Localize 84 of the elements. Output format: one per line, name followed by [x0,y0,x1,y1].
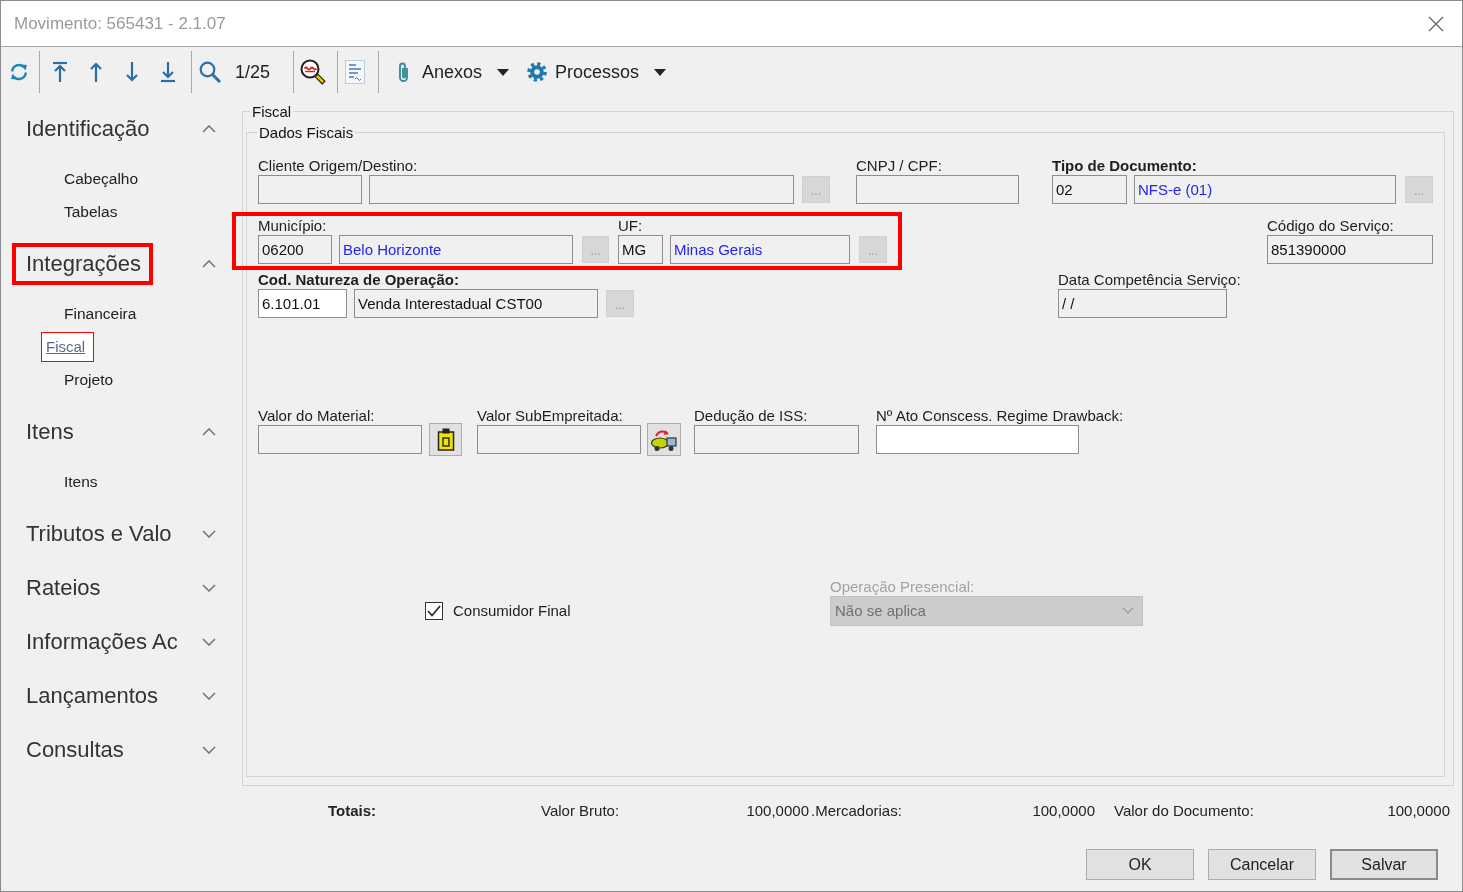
input-field[interactable] [876,425,1079,454]
section-header[interactable]: Tributos e Valo [12,513,184,555]
nav-link[interactable]: Itens [41,460,120,503]
record-counter: 1/25 [235,61,272,83]
chevron-up-icon[interactable] [202,260,216,268]
field-label: Tipo de Documento: [1052,156,1197,175]
chevron-down-icon[interactable] [202,638,216,646]
caret-icon [497,68,510,76]
input-field[interactable] [477,425,641,454]
dialog-button[interactable]: OK [1086,849,1194,880]
section-header[interactable]: Consultas [12,729,136,771]
total-value: 100,0000 [1387,801,1450,819]
arrow-up-icon [88,61,104,83]
total-value: 100,0000 [746,801,809,819]
field-label: CNPJ / CPF: [856,156,942,175]
field-label: Valor do Material: [258,406,375,425]
icon-button[interactable] [429,423,462,456]
chevron-up-icon[interactable] [202,125,216,133]
field-label: Dedução de ISS: [694,406,808,425]
dialog-button[interactable]: Salvar [1330,849,1438,880]
section-header[interactable]: Rateios [12,567,113,609]
total-label: Valor Bruto: [541,801,620,819]
input-field[interactable] [856,175,1019,204]
chevron-down-icon[interactable] [202,530,216,538]
field-label: Operação Presencial: [830,577,975,596]
document-icon [345,60,365,84]
chevron-down-icon[interactable] [202,692,216,700]
section-header[interactable]: Itens [12,411,86,453]
chevron-down-icon [1122,607,1134,614]
nav-link[interactable]: Fiscal [41,331,95,362]
group-title: Fiscal [251,102,293,121]
dialog-button[interactable]: Cancelar [1208,849,1316,880]
arrow-to-top-icon [52,61,68,83]
checkbox[interactable] [425,601,443,620]
refresh-icon [9,62,29,82]
field-label: UF: [618,216,643,235]
chevron-down-icon[interactable] [202,746,216,754]
field-label: Data Competência Serviço: [1058,270,1241,289]
chevron-down-icon[interactable] [202,584,216,592]
truck-icon [650,427,678,452]
field-label: Código do Serviço: [1267,216,1394,235]
gear-icon [527,62,548,82]
field-label: Cod. Natureza de Operação: [258,270,459,289]
paperclip-icon [397,61,410,83]
input-field[interactable]: 6.101.01 [258,289,347,318]
icon-button[interactable] [647,423,681,456]
input-field[interactable]: Venda Interestadual CST00 [354,289,598,318]
clipboard-icon [435,428,456,451]
input-field[interactable] [258,175,362,204]
input-field[interactable]: MG [618,235,663,264]
field-label: Valor SubEmpreitada: [477,406,623,425]
total-label: Valor do Documento: [1114,801,1254,819]
group-title: Dados Fiscais [258,123,355,142]
arrow-down-icon [124,61,140,83]
input-field[interactable]: Belo Horizonte [339,235,573,264]
checkmark-icon [427,604,441,617]
input-field[interactable]: Minas Gerais [670,235,850,264]
total-label: .Mercadorias: [811,801,902,819]
section-header[interactable]: Lançamentos [12,675,171,717]
menu-button[interactable]: Anexos [393,54,514,90]
input-field[interactable]: 02 [1052,175,1127,204]
arrow-to-bottom-icon [160,61,176,83]
section-header[interactable]: Integrações [12,243,153,285]
field-label: Município: [258,216,327,235]
input-field[interactable] [258,425,422,454]
field-label: Cliente Origem/Destino: [258,156,418,175]
input-field[interactable] [369,175,794,204]
input-field[interactable]: NFS-e (01) [1134,175,1396,204]
input-field[interactable]: 851390000 [1267,235,1433,264]
field-label: Nº Ato Conscess. Regime Drawback: [876,406,1124,425]
total-value: 100,0000 [1032,801,1095,819]
input-field[interactable]: 06200 [258,235,332,264]
menu-button[interactable]: Processos [523,54,671,90]
input-field[interactable]: / / [1058,289,1227,318]
window-title: Movimento: 565431 - 2.1.07 [14,13,226,34]
magnifier-icon [300,59,326,85]
section-header[interactable]: Informações Ac [12,621,190,663]
chevron-up-icon[interactable] [202,428,216,436]
search-icon [199,61,221,83]
input-field[interactable] [694,425,859,454]
caret-icon [654,68,667,76]
section-header[interactable]: Identificação [12,108,162,150]
close-icon [1428,15,1444,32]
totals-label: Totais: [328,801,378,819]
